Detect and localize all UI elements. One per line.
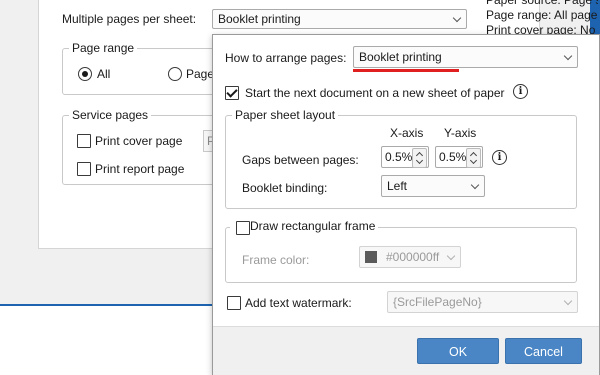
info-icon[interactable]: i (492, 150, 507, 165)
stepper-buttons[interactable] (412, 148, 427, 168)
booklet-binding-select[interactable]: Left (381, 175, 485, 197)
gap-y-value: 0.5% (439, 150, 467, 164)
x-axis-label: X-axis (390, 126, 424, 140)
draw-frame-label: Draw rectangular frame (250, 219, 376, 233)
gap-y-stepper[interactable]: 0.5% (435, 146, 483, 168)
multiple-pages-value: Booklet printing (218, 12, 301, 26)
service-pages-legend: Service pages (69, 108, 152, 122)
booklet-settings-popup: How to arrange pages: Booklet printing S… (212, 34, 600, 375)
watermark-value: {SrcFilePageNo} (393, 295, 482, 309)
chevron-down-icon (563, 296, 573, 306)
ok-button[interactable]: OK (417, 338, 499, 364)
chevron-down-icon (563, 51, 573, 61)
frame-legend: Draw rectangular frame (230, 219, 379, 233)
booklet-binding-value: Left (387, 179, 408, 193)
chevron-down-icon (446, 251, 456, 261)
arrange-label: How to arrange pages: (225, 51, 347, 65)
page-range-all-radio[interactable] (78, 67, 92, 81)
gap-x-stepper[interactable]: 0.5% (381, 146, 429, 168)
arrange-pages-value: Booklet printing (359, 50, 442, 64)
page-range-page-radio[interactable] (168, 67, 182, 81)
color-swatch (365, 251, 377, 263)
gaps-label: Gaps between pages: (242, 153, 359, 167)
booklet-binding-label: Booklet binding: (242, 181, 328, 195)
summary-line: Paper source: Page size (486, 0, 598, 7)
print-summary: Paper source: Page size Page range: All … (486, 0, 598, 38)
frame-color-select[interactable]: #000000ff (359, 246, 461, 268)
paper-sheet-layout-group: Paper sheet layout X-axis Y-axis Gaps be… (225, 108, 577, 209)
multiple-pages-label: Multiple pages per sheet: (62, 12, 197, 26)
stepper-buttons[interactable] (466, 148, 481, 168)
watermark-checkbox[interactable] (227, 296, 241, 310)
y-axis-label: Y-axis (444, 126, 477, 140)
frame-color-label: Frame color: (242, 253, 310, 267)
stepper-down-icon (415, 156, 424, 165)
draw-frame-checkbox[interactable] (236, 221, 250, 235)
print-report-page-label: Print report page (95, 162, 185, 176)
watermark-select[interactable]: {SrcFilePageNo} (387, 291, 578, 313)
chevron-down-icon (452, 13, 462, 23)
info-icon[interactable]: i (513, 84, 528, 99)
highlight-underline (353, 69, 459, 72)
summary-line: Page range: All pages (486, 8, 598, 22)
chevron-down-icon (470, 180, 480, 190)
page-range-legend: Page range (69, 41, 138, 55)
page-range-all-label: All (97, 67, 111, 81)
next-document-checkbox[interactable] (225, 86, 239, 100)
stepper-down-icon (469, 156, 478, 165)
next-document-label: Start the next document on a new sheet o… (245, 86, 505, 100)
multiple-pages-select[interactable]: Booklet printing (212, 9, 467, 29)
gap-x-value: 0.5% (385, 150, 413, 164)
arrange-pages-select[interactable]: Booklet printing (353, 46, 578, 68)
page-range-page-label: Page (186, 67, 215, 81)
print-report-page-checkbox[interactable] (77, 162, 91, 176)
print-cover-page-checkbox[interactable] (77, 134, 91, 148)
print-cover-page-label: Print cover page (95, 134, 183, 148)
watermark-label: Add text watermark: (245, 296, 352, 310)
frame-group: Draw rectangular frame Frame color: #000… (225, 219, 577, 283)
paper-sheet-layout-legend: Paper sheet layout (232, 108, 339, 122)
frame-color-value: #000000ff (386, 250, 440, 264)
cancel-button[interactable]: Cancel (505, 338, 582, 364)
